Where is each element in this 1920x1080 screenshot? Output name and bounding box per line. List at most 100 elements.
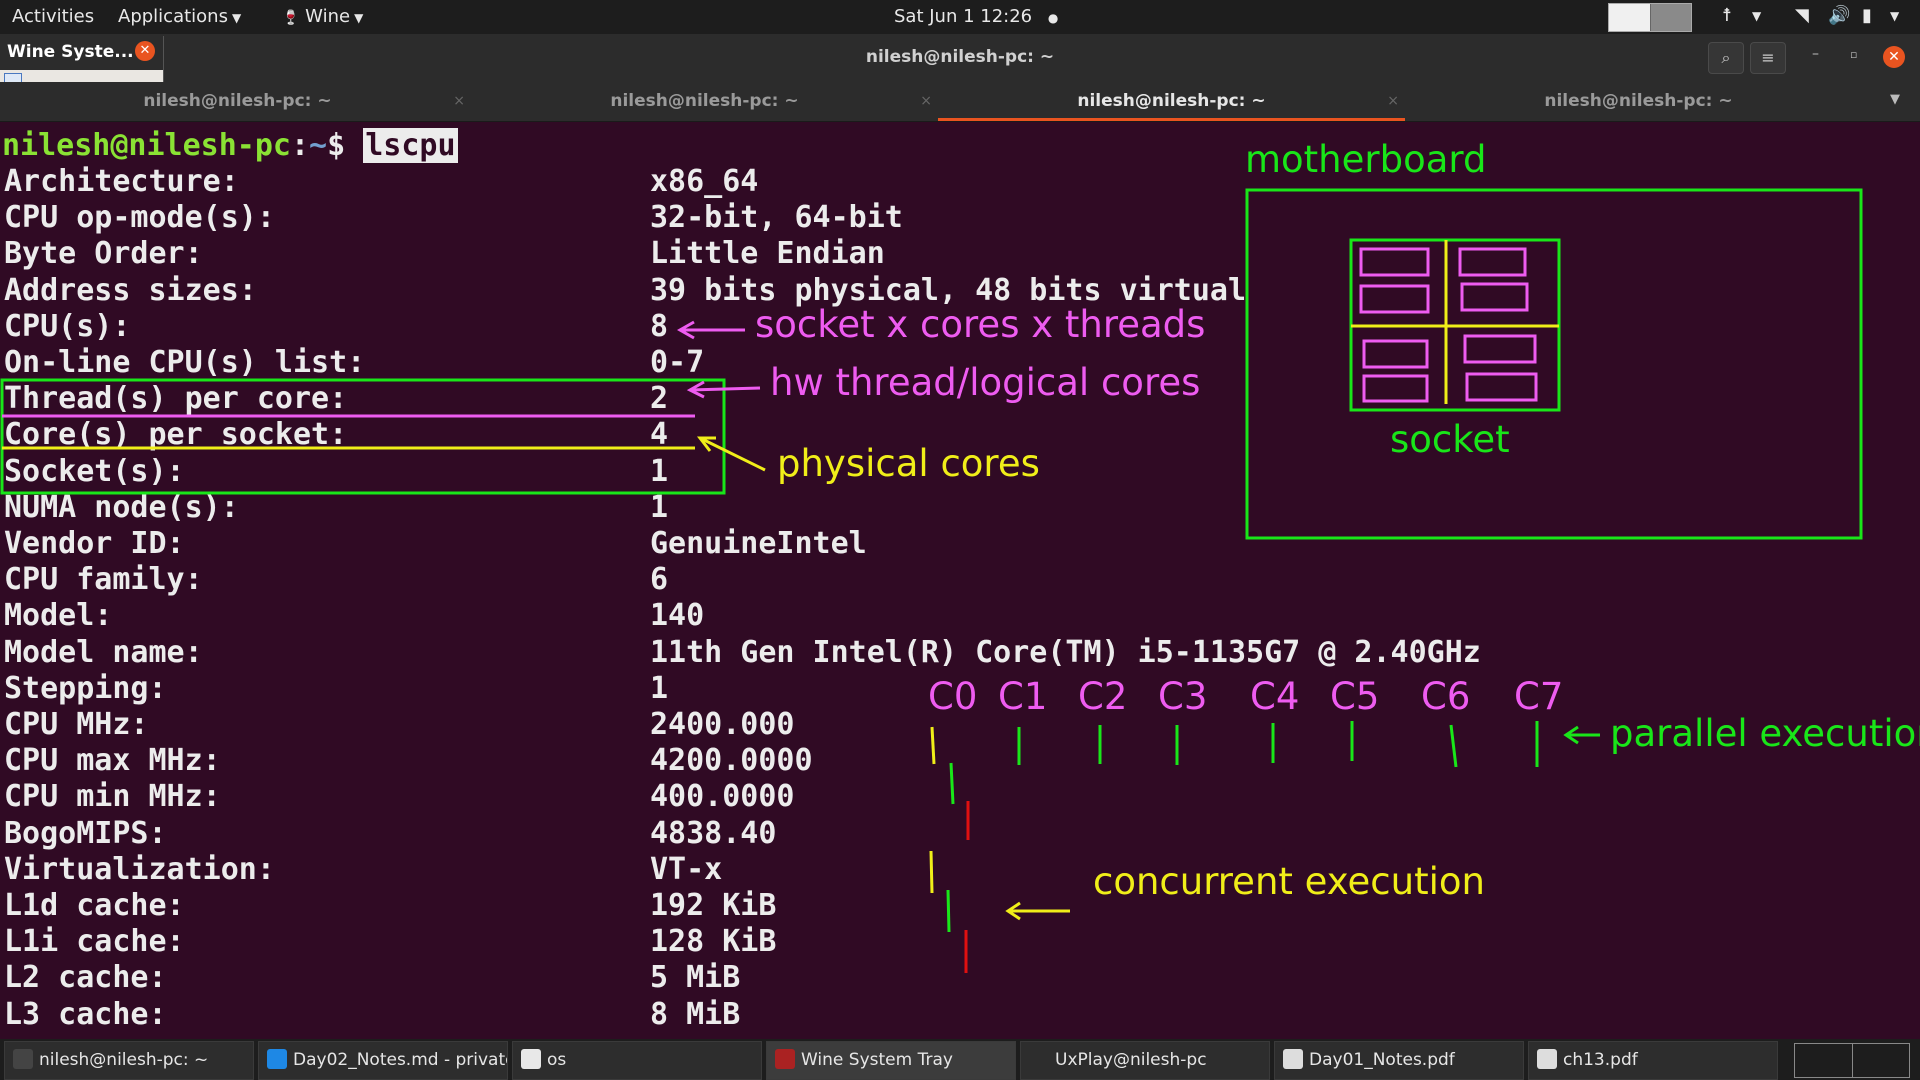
prompt-sep: : xyxy=(290,128,310,163)
menu-button[interactable]: ≡ xyxy=(1750,42,1786,74)
core-label: C4 xyxy=(1250,675,1300,718)
workspace-switcher[interactable] xyxy=(1608,3,1692,32)
accessibility-icon[interactable]: ☨ xyxy=(1722,5,1732,26)
taskbar-label: UxPlay@nilesh-pc xyxy=(1055,1050,1207,1070)
lscpu-key: Vendor ID: xyxy=(4,526,185,561)
clock[interactable]: Sat Jun 1 12:26 ● xyxy=(894,6,1058,27)
wine-menu[interactable]: 🍷 Wine ▼ xyxy=(282,6,363,27)
battery-icon[interactable]: ▮ xyxy=(1862,5,1872,26)
workspace-switcher-bottom[interactable] xyxy=(1794,1043,1910,1078)
chevron-down-icon[interactable]: ▼ xyxy=(1752,9,1761,23)
lscpu-key: BogoMIPS: xyxy=(4,815,167,851)
wine-popup-title: Wine Syste... xyxy=(7,42,134,62)
taskbar-item[interactable]: nilesh@nilesh-pc: ~ xyxy=(4,1041,254,1080)
terminal-tab-3[interactable]: nilesh@nilesh-pc: ~ × xyxy=(938,82,1405,121)
close-icon: ✕ xyxy=(1888,49,1900,65)
taskbar-label: nilesh@nilesh-pc: ~ xyxy=(39,1050,209,1070)
terminal-tab-bar: nilesh@nilesh-pc: ~ × nilesh@nilesh-pc: ~… xyxy=(0,82,1920,122)
window-title: nilesh@nilesh-pc: ~ xyxy=(865,47,1055,67)
wifi-icon[interactable]: ◥ xyxy=(1795,5,1809,26)
wine-icon xyxy=(775,1049,795,1069)
lscpu-key: Model name: xyxy=(4,634,203,670)
lscpu-value: 128 KiB xyxy=(650,924,777,960)
lscpu-value: 6 xyxy=(650,562,669,598)
workspace-2[interactable] xyxy=(1852,1044,1909,1077)
lscpu-key: NUMA node(s): xyxy=(4,489,239,525)
taskbar-item[interactable]: Wine System Tray xyxy=(766,1041,1016,1080)
search-button[interactable]: ⌕ xyxy=(1708,42,1744,74)
lscpu-key: Virtualization: xyxy=(4,851,275,887)
terminal-tab-1[interactable]: nilesh@nilesh-pc: ~ × xyxy=(4,82,471,121)
core-label: C5 xyxy=(1330,675,1380,718)
lscpu-key: Architecture: xyxy=(4,164,239,199)
wine-glass-icon: 🍷 xyxy=(282,10,300,26)
close-button[interactable]: ✕ xyxy=(1883,46,1905,68)
chevron-down-icon: ▼ xyxy=(354,11,364,25)
blank-icon xyxy=(1029,1049,1049,1069)
tab-label: nilesh@nilesh-pc: ~ xyxy=(143,91,332,111)
terminal-icon xyxy=(13,1049,33,1069)
lscpu-key: Stepping: xyxy=(4,670,167,706)
chevron-down-icon: ▼ xyxy=(231,11,242,25)
notification-dot: ● xyxy=(1047,11,1059,25)
pdf-icon xyxy=(1537,1049,1557,1069)
activities-button[interactable]: Activities xyxy=(12,6,94,27)
close-icon[interactable]: × xyxy=(1387,82,1399,121)
tabs-dropdown-icon[interactable]: ▼ xyxy=(1890,92,1900,107)
lscpu-value: Little Endian xyxy=(650,236,885,272)
vscode-icon xyxy=(267,1049,287,1069)
workspace-1[interactable] xyxy=(1795,1044,1853,1077)
core-label: C6 xyxy=(1421,675,1471,718)
taskbar-item[interactable]: os xyxy=(512,1041,762,1080)
taskbar-item[interactable]: UxPlay@nilesh-pc xyxy=(1020,1041,1270,1080)
close-icon[interactable]: × xyxy=(920,82,932,121)
wine-popup-close-button[interactable]: ✕ xyxy=(135,41,155,61)
lscpu-value: 5 MiB xyxy=(650,960,741,996)
taskbar: nilesh@nilesh-pc: ~ Day02_Notes.md - priv… xyxy=(0,1039,1920,1080)
workspace-1[interactable] xyxy=(1609,4,1651,31)
cores-annotation: physical cores xyxy=(777,442,1040,485)
clock-text: Sat Jun 1 12:26 xyxy=(894,6,1033,27)
window-titlebar: nilesh@nilesh-pc: ~ ⌕ ≡ – ▫ ✕ xyxy=(0,34,1920,82)
folder-icon xyxy=(521,1049,541,1069)
volume-icon[interactable]: 🔊 xyxy=(1828,5,1850,26)
taskbar-item[interactable]: Day02_Notes.md - private... xyxy=(258,1041,508,1080)
lscpu-value: GenuineIntel xyxy=(650,526,867,561)
chevron-down-icon[interactable]: ▼ xyxy=(1890,9,1899,23)
lscpu-key: L1i cache: xyxy=(4,924,185,960)
tab-label: nilesh@nilesh-pc: ~ xyxy=(1544,91,1733,111)
terminal-output[interactable]: nilesh@nilesh-pc:~$ lscpu Architecture: x… xyxy=(0,121,1920,1039)
lscpu-value: VT-x xyxy=(650,851,723,887)
lscpu-value: 0-7 xyxy=(650,345,705,380)
workspace-2[interactable] xyxy=(1650,4,1691,31)
minimize-button[interactable]: – xyxy=(1812,46,1819,62)
lscpu-key: Core(s) per socket: xyxy=(4,417,348,453)
lscpu-value: 11th Gen Intel(R) Core(TM) i5-1135G7 @ 2… xyxy=(650,634,1481,670)
taskbar-label: os xyxy=(547,1050,567,1070)
lscpu-value: 2400.000 xyxy=(650,707,795,742)
search-icon: ⌕ xyxy=(1721,48,1731,67)
core-label: C0 xyxy=(928,675,978,718)
lscpu-key: Address sizes: xyxy=(4,272,257,308)
lscpu-key: L2 cache: xyxy=(4,960,167,996)
lscpu-key: On-line CPU(s) list: xyxy=(4,345,366,380)
terminal-tab-2[interactable]: nilesh@nilesh-pc: ~ × xyxy=(471,82,938,121)
close-icon[interactable]: × xyxy=(453,82,465,121)
terminal-tab-4[interactable]: nilesh@nilesh-pc: ~ xyxy=(1405,82,1872,121)
maximize-button[interactable]: ▫ xyxy=(1850,48,1857,61)
lscpu-value: 8 xyxy=(650,308,669,344)
parallel-annotation: parallel execution xyxy=(1610,712,1920,755)
lscpu-value: 1 xyxy=(650,453,669,489)
lscpu-key: Model: xyxy=(4,598,113,634)
command-text: lscpu xyxy=(363,128,458,163)
applications-menu[interactable]: Applications ▼ xyxy=(118,6,241,27)
lscpu-value: 4838.40 xyxy=(650,815,777,851)
taskbar-item[interactable]: Day01_Notes.pdf xyxy=(1274,1041,1524,1080)
prompt-dollar: $ xyxy=(327,128,364,163)
lscpu-key: CPU(s): xyxy=(4,308,131,344)
lscpu-value: 192 KiB xyxy=(650,888,777,923)
taskbar-item[interactable]: ch13.pdf xyxy=(1528,1041,1778,1080)
lscpu-value: 1 xyxy=(650,489,669,525)
lscpu-key: L1d cache: xyxy=(4,888,185,923)
taskbar-label: ch13.pdf xyxy=(1563,1050,1638,1070)
